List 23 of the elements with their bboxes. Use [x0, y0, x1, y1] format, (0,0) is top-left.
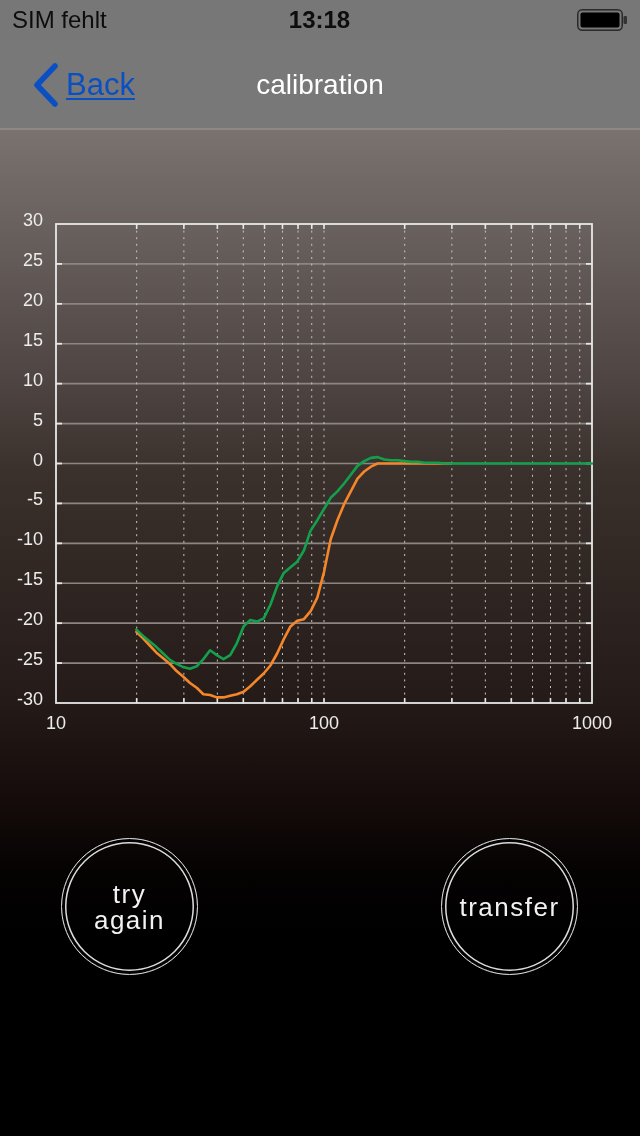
clock-time: 13:18 — [288, 6, 351, 34]
y-axis-label: -15 — [17, 569, 43, 590]
x-axis-label: 1000 — [572, 713, 612, 733]
y-axis-label: 10 — [22, 369, 43, 390]
y-axis-label: 5 — [33, 409, 43, 430]
y-axis-label: -30 — [17, 689, 43, 709]
transfer-button[interactable]: transfer — [441, 838, 578, 975]
y-axis-label: 20 — [22, 289, 43, 310]
x-axis-label: 10 — [46, 713, 66, 733]
battery-icon — [577, 9, 627, 31]
chevron-left-icon — [33, 63, 59, 107]
x-axis-label: 100 — [309, 713, 339, 733]
y-axis-label: -10 — [17, 529, 43, 550]
y-axis-label: 0 — [33, 449, 43, 470]
retry-button[interactable]: try again — [61, 838, 198, 975]
y-axis-label: -25 — [17, 649, 43, 670]
y-axis-label: 25 — [22, 249, 43, 270]
y-axis-label: -20 — [17, 609, 43, 630]
nav-title: calibration — [256, 69, 384, 101]
y-axis-label: 15 — [22, 329, 43, 350]
y-axis-label: 30 — [22, 210, 43, 230]
carrier-label: SIM fehlt — [12, 6, 107, 34]
y-axis-label: -5 — [27, 489, 43, 510]
